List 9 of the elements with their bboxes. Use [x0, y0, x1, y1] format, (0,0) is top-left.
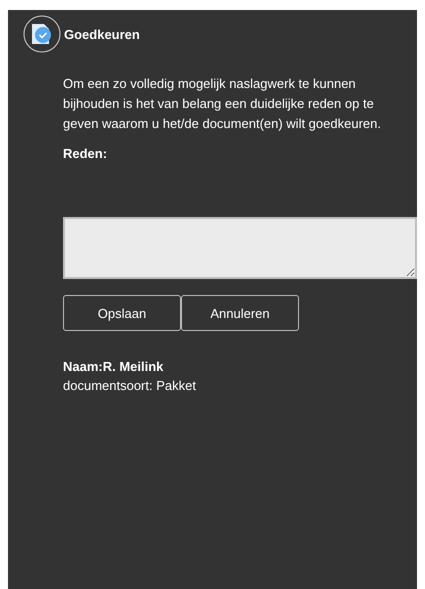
reason-label: Reden:	[63, 146, 108, 162]
reason-field[interactable]	[63, 217, 417, 279]
document-type-text: documentsoort: Pakket	[63, 377, 197, 395]
name-text: Naam:R. Meilink	[63, 358, 164, 376]
cancel-button[interactable]: Annuleren	[181, 295, 299, 331]
dialog-title: Goedkeuren	[64, 26, 140, 42]
intro-text: Om een zo volledig mogelijk naslagwerk te kunnen bijhouden is het van belang een duidelijke reden op te geven waarom u het/de document(en) wilt goedkeuren.	[63, 75, 382, 133]
save-button[interactable]: Opslaan	[63, 295, 181, 331]
document-check-icon	[23, 15, 61, 53]
